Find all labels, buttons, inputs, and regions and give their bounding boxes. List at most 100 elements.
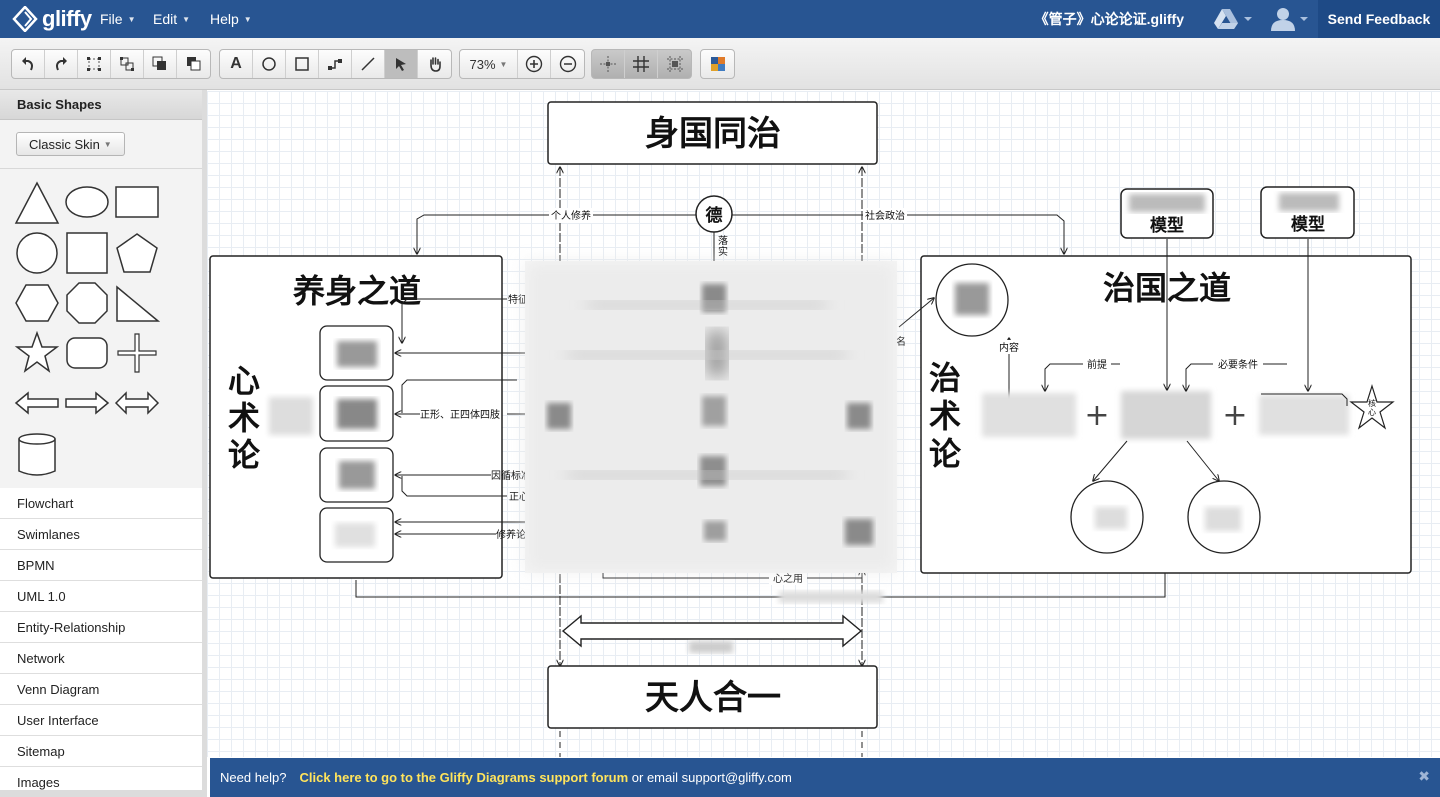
library-item[interactable]: Venn Diagram	[0, 674, 202, 705]
left-arrow-shape[interactable]	[14, 381, 60, 425]
right-vertical-3: 论	[929, 435, 962, 473]
label-xiuyang: 修养论	[496, 528, 526, 541]
zoom-group: 73% ▼	[459, 49, 585, 79]
bottom-title-text: 天人合一	[645, 678, 781, 718]
triangle-shape[interactable]	[14, 181, 60, 225]
library-item[interactable]: User Interface	[0, 705, 202, 736]
grid-toggle-button[interactable]	[625, 50, 658, 78]
help-bar: Need help? Click here to go to the Gliff…	[210, 758, 1440, 797]
circle-shape[interactable]	[14, 231, 60, 275]
left-sub-box-2[interactable]	[319, 385, 394, 442]
line-icon	[361, 57, 375, 71]
square-shape[interactable]	[64, 231, 110, 275]
cylinder-shape[interactable]	[14, 431, 60, 479]
google-drive-menu[interactable]	[1213, 5, 1253, 33]
undo-button[interactable]	[12, 50, 45, 78]
gliffy-logo[interactable]: gliffy	[12, 4, 92, 34]
label-personal: 个人修养	[551, 209, 591, 222]
rectangle-shape[interactable]	[114, 185, 160, 219]
user-avatar-icon	[1271, 8, 1308, 31]
blurred-center-region	[525, 261, 897, 573]
ellipse-shape[interactable]	[64, 185, 110, 219]
library-item[interactable]: BPMN	[0, 550, 202, 581]
octagon-shape[interactable]	[64, 281, 110, 325]
bring-to-front-button[interactable]	[144, 50, 177, 78]
label-zhengxing: 正形、正四体四肢	[420, 408, 500, 421]
left-sub-box-1[interactable]	[319, 325, 394, 381]
snap-guides-button[interactable]	[592, 50, 625, 78]
redo-button[interactable]	[45, 50, 78, 78]
shape-library-sidebar: Basic Shapes Classic Skin ▼ Flowchart Swim…	[0, 90, 207, 797]
star-shape[interactable]	[14, 331, 60, 375]
de-circle[interactable]: 德	[695, 195, 733, 233]
document-title[interactable]: 《管子》心论论证.gliffy	[1035, 0, 1184, 38]
connector-tool-button[interactable]	[319, 50, 352, 78]
caret-down-icon: ▼	[127, 14, 136, 24]
diagram-canvas[interactable]: 身国同治 个人修养 社会政治 德 落 实 养身之道 心 术 论 特征 正形、正四…	[207, 91, 1440, 757]
ellipse-tool-button[interactable]	[253, 50, 286, 78]
plus-sign-2: +	[1222, 398, 1247, 433]
group-button[interactable]	[78, 50, 111, 78]
redo-icon	[56, 57, 67, 71]
grid-icon	[633, 56, 649, 72]
zoom-in-button[interactable]	[518, 50, 551, 78]
zoom-out-button[interactable]	[551, 50, 584, 78]
zoom-in-icon	[525, 55, 543, 73]
cross-shape[interactable]	[114, 331, 160, 375]
skin-dropdown[interactable]: Classic Skin ▼	[16, 132, 125, 156]
user-menu[interactable]	[1270, 5, 1310, 33]
pan-tool-button[interactable]	[418, 50, 451, 78]
mind-diagram: 身国同治 个人修养 社会政治 德 落 实 养身之道 心 术 论 特征 正形、正四…	[209, 101, 1412, 757]
circle-icon	[262, 57, 276, 71]
close-icon[interactable]: ✖	[1418, 768, 1430, 785]
left-vertical-3: 论	[228, 436, 261, 474]
library-item[interactable]: Swimlanes	[0, 519, 202, 550]
model-box-1[interactable]: 模型	[1120, 188, 1214, 239]
basic-shapes-header[interactable]: Basic Shapes	[0, 90, 202, 120]
right-circle-bottom-right[interactable]	[1187, 480, 1261, 554]
top-title-box[interactable]: 身国同治	[547, 101, 878, 165]
rectangle-tool-button[interactable]	[286, 50, 319, 78]
right-circle-top[interactable]	[935, 263, 1009, 337]
right-arrow-shape[interactable]	[64, 381, 110, 425]
left-sub-box-3[interactable]	[319, 447, 394, 503]
model-box-2[interactable]: 模型	[1260, 186, 1355, 239]
plus-sign-1: +	[1084, 398, 1109, 433]
snap-grid-button[interactable]	[658, 50, 691, 78]
label-xin: 心	[1368, 408, 1376, 417]
right-circle-bottom-left[interactable]	[1070, 480, 1144, 554]
caret-down-icon: ▼	[243, 14, 252, 24]
top-title-text: 身国同治	[645, 114, 781, 154]
label-neirong: 内容	[999, 341, 1019, 354]
theme-button[interactable]	[701, 50, 734, 78]
hexagon-shape[interactable]	[14, 281, 60, 325]
double-arrow-shape[interactable]	[114, 381, 160, 425]
ungroup-button[interactable]	[111, 50, 144, 78]
menu-file[interactable]: File ▼	[100, 0, 135, 38]
bottom-title-box[interactable]: 天人合一	[547, 665, 878, 729]
support-forum-link[interactable]: Click here to go to the Gliffy Diagrams …	[300, 770, 629, 785]
library-item[interactable]: Entity-Relationship	[0, 612, 202, 643]
send-to-back-button[interactable]	[177, 50, 210, 78]
library-item[interactable]: Network	[0, 643, 202, 674]
zoom-select[interactable]: 73% ▼	[460, 50, 518, 78]
caret-down-icon: ▼	[103, 139, 112, 149]
menu-edit[interactable]: Edit ▼	[153, 0, 190, 38]
send-feedback-button[interactable]: Send Feedback	[1318, 0, 1440, 38]
right-vertical-2: 术	[929, 397, 961, 435]
rectangle-icon	[295, 57, 309, 71]
label-xinzhiyong: 心之用	[773, 572, 803, 585]
left-sub-box-4[interactable]	[319, 507, 394, 563]
right-triangle-shape[interactable]	[114, 281, 160, 325]
pentagon-shape[interactable]	[114, 231, 160, 275]
pointer-tool-button[interactable]	[385, 50, 418, 78]
library-item[interactable]: Flowchart	[0, 488, 202, 519]
line-tool-button[interactable]	[352, 50, 385, 78]
library-item[interactable]: UML 1.0	[0, 581, 202, 612]
left-vertical-2: 术	[228, 399, 260, 437]
menu-help[interactable]: Help ▼	[210, 0, 252, 38]
text-tool-button[interactable]: A	[220, 50, 253, 78]
label-ming: 名	[896, 335, 906, 348]
library-item[interactable]: Sitemap	[0, 736, 202, 767]
rounded-rectangle-shape[interactable]	[64, 331, 110, 375]
